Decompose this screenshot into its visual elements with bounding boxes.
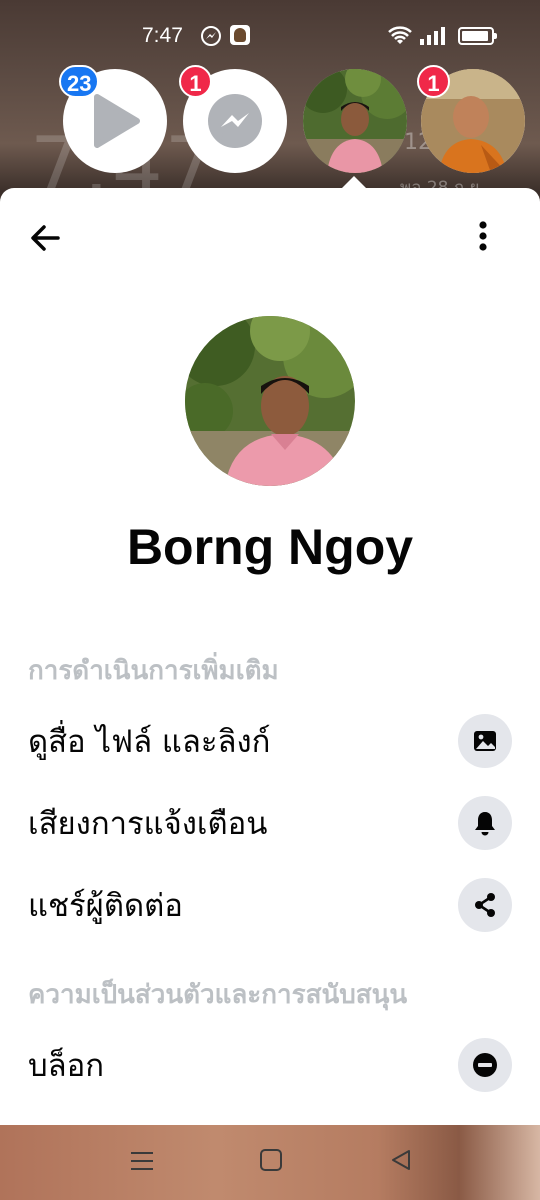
profile-name: Borng Ngoy	[126, 519, 414, 575]
block-item[interactable]: บล็อก	[0, 1030, 540, 1100]
share-contact-item[interactable]: แชร์ผู้ติดต่อ	[0, 870, 540, 940]
unread-count-badge: 23	[59, 65, 100, 98]
row-label: ดูสื่อ ไฟล์ และลิงก์	[28, 724, 271, 760]
messenger-notification-icon	[201, 26, 221, 46]
profile-avatar[interactable]	[185, 316, 355, 486]
block-icon	[458, 1038, 512, 1092]
play-chat-head[interactable]: 23	[59, 65, 167, 173]
unread-count-badge: 1	[179, 65, 212, 98]
profile-sheet: Borng Ngoy การดำเนินการเพิ่มเติม ดูสื่อ …	[0, 188, 540, 1125]
view-media-files-links-item[interactable]: ดูสื่อ ไฟล์ และลิงก์	[0, 706, 540, 776]
row-label: เสียงการแจ้งเตือน	[28, 806, 268, 842]
back-arrow-icon	[31, 225, 60, 251]
status-bar: 7:47	[0, 0, 540, 70]
contact-chat-head-monk[interactable]: 1	[417, 65, 525, 173]
row-label: แชร์ผู้ติดต่อ	[28, 888, 183, 924]
unread-count-badge: 1	[417, 65, 450, 98]
notification-sounds-item[interactable]: เสียงการแจ้งเตือน	[0, 788, 540, 858]
row-label: บล็อก	[28, 1048, 105, 1084]
contact-chat-head-borng[interactable]	[303, 69, 407, 173]
more-options-button[interactable]	[468, 218, 498, 258]
app-notification-icon	[230, 25, 250, 45]
nav-back-icon[interactable]	[388, 1147, 414, 1173]
signal-icon	[420, 27, 445, 45]
wifi-icon	[388, 26, 412, 44]
more-vertical-icon	[479, 221, 487, 251]
avatar	[303, 69, 407, 173]
share-icon	[458, 878, 512, 932]
bell-icon	[458, 796, 512, 850]
home-icon[interactable]	[258, 1147, 284, 1173]
battery-icon	[458, 27, 497, 45]
status-time: 7:47	[142, 24, 183, 47]
avatar	[185, 316, 355, 486]
section-header-more-actions: การดำเนินการเพิ่มเติม	[28, 656, 279, 686]
messenger-chat-head[interactable]: 1	[179, 65, 287, 173]
image-icon	[458, 714, 512, 768]
recents-menu-icon[interactable]	[128, 1147, 156, 1175]
section-header-privacy-support: ความเป็นส่วนตัวและการสนับสนุน	[28, 980, 408, 1010]
back-button[interactable]	[24, 216, 68, 260]
status-icons	[388, 26, 497, 46]
navigation-bar	[0, 1125, 540, 1200]
